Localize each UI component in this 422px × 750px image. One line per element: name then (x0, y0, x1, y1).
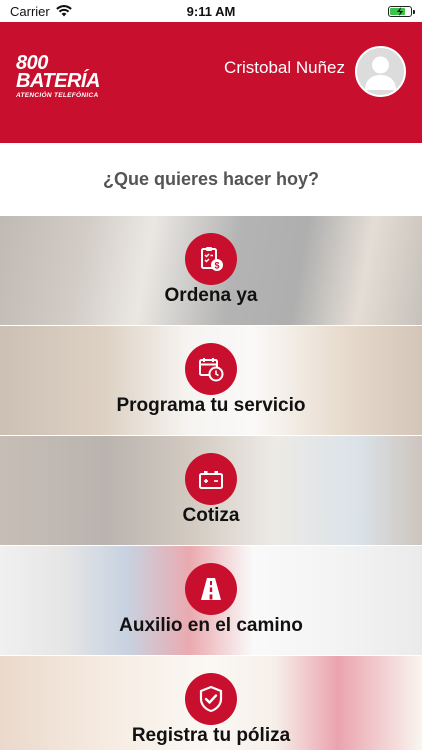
page-title: ¿Que quieres hacer hoy? (102, 169, 320, 189)
carrier-label: Carrier (10, 3, 50, 19)
battery-icon (185, 453, 237, 505)
menu-item-label: Programa tu servicio (116, 395, 306, 416)
svg-text:$: $ (214, 261, 219, 271)
menu-item-cotiza[interactable]: Cotiza (0, 436, 422, 546)
action-menu: $ Ordena ya Programa tu servicio Cotiza … (0, 216, 422, 750)
avatar[interactable] (355, 46, 406, 97)
menu-item-label: Cotiza (182, 505, 240, 526)
menu-item-auxilio-camino[interactable]: Auxilio en el camino (0, 546, 422, 656)
clipboard-dollar-icon: $ (185, 233, 237, 285)
user-icon (365, 56, 396, 90)
calendar-clock-icon (185, 343, 237, 395)
menu-item-label: Auxilio en el camino (119, 615, 303, 636)
status-bar: Carrier 9:11 AM (0, 0, 422, 22)
app-header: 800 BATERÍA ATENCIÓN TELEFÓNICA Cristoba… (0, 22, 422, 143)
user-name: Cristobal Nuñez (224, 58, 345, 77)
shield-check-icon (185, 673, 237, 725)
wifi-icon (55, 5, 72, 17)
menu-item-label: Registra tu póliza (131, 725, 291, 746)
menu-item-programa-servicio[interactable]: Programa tu servicio (0, 326, 422, 436)
menu-item-registra-poliza[interactable]: Registra tu póliza (0, 656, 422, 750)
status-left: Carrier (10, 4, 72, 19)
brand-logo[interactable]: 800 BATERÍA ATENCIÓN TELEFÓNICA (16, 53, 100, 100)
logo-tagline: ATENCIÓN TELEFÓNICA (16, 92, 99, 99)
logo-wordmark: BATERÍA (16, 70, 100, 92)
menu-item-label: Ordena ya (164, 285, 258, 306)
road-icon (185, 563, 237, 615)
menu-item-ordena-ya[interactable]: $ Ordena ya (0, 216, 422, 326)
battery-icon (388, 5, 415, 17)
